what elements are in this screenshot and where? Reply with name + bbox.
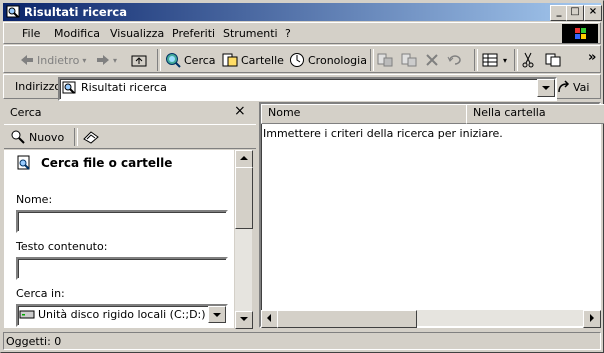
up-folder-icon xyxy=(131,55,147,67)
look-in-dropdown-button[interactable] xyxy=(208,306,226,323)
scroll-down-button[interactable] xyxy=(235,311,253,329)
back-button[interactable]: Indietro ▾ xyxy=(20,49,86,71)
content-input[interactable] xyxy=(16,257,228,280)
look-in-value: Unità disco rigido locali (C:;D:) xyxy=(38,308,206,321)
look-in-select[interactable]: Unità disco rigido locali (C:;D:) xyxy=(16,304,228,327)
forward-button[interactable]: ▾ xyxy=(96,49,117,71)
maximize-button[interactable]: □ xyxy=(566,5,584,21)
scroll-right-button[interactable] xyxy=(583,310,601,328)
toolbar-separator xyxy=(474,49,478,71)
scroll-thumb[interactable] xyxy=(235,167,253,229)
status-text: Oggetti: 0 xyxy=(6,335,62,348)
results-pane: Nome Nella cartella Immettere i criteri … xyxy=(259,102,604,328)
back-arrow-icon xyxy=(21,55,33,65)
column-header-name[interactable]: Nome xyxy=(261,104,474,124)
history-label: Cronologia xyxy=(308,53,367,67)
forward-arrow-icon xyxy=(97,55,109,65)
menu-visualizza[interactable]: Visualizza xyxy=(110,27,164,40)
content-label: Testo contenuto: xyxy=(16,240,108,253)
history-clock-icon xyxy=(290,53,304,67)
search-pane-title: Cerca xyxy=(10,106,42,119)
look-in-label: Cerca in: xyxy=(16,287,65,300)
copy-button[interactable] xyxy=(545,49,561,71)
scroll-up-button[interactable] xyxy=(235,150,253,168)
menu-help[interactable]: ? xyxy=(285,27,291,40)
move-to-button[interactable] xyxy=(377,49,393,71)
new-search-icon xyxy=(11,130,25,144)
standard-toolbar: Indietro ▾ ▾ Cerca Cartelle Cronologia ▾ xyxy=(3,45,601,73)
help-book-button[interactable] xyxy=(82,126,100,148)
toolbar-separator xyxy=(514,49,518,71)
windows-logo xyxy=(562,24,598,43)
column-header-folder[interactable]: Nella cartella xyxy=(466,104,604,124)
help-book-icon xyxy=(83,131,99,144)
delete-x-icon xyxy=(426,54,438,66)
search-pane-scrollbar[interactable] xyxy=(235,150,253,329)
undo-icon xyxy=(447,55,461,65)
find-files-icon xyxy=(17,155,30,170)
views-button[interactable]: ▾ xyxy=(482,49,507,71)
search-form: Cerca file o cartelle Nome: Testo conten… xyxy=(4,150,234,328)
forward-dropdown-icon[interactable]: ▾ xyxy=(113,56,117,65)
copy-to-icon xyxy=(401,53,417,67)
hard-drive-icon xyxy=(19,310,35,319)
copy-icon xyxy=(545,53,561,67)
cut-button[interactable] xyxy=(521,49,535,71)
views-dropdown-icon[interactable]: ▾ xyxy=(503,56,507,65)
new-search-button[interactable]: Nuovo xyxy=(10,126,64,148)
delete-button[interactable] xyxy=(425,49,439,71)
title-bar[interactable]: Risultati ricerca _ □ × xyxy=(3,3,602,21)
results-hscrollbar[interactable] xyxy=(261,310,601,328)
name-label: Nome: xyxy=(16,193,53,206)
undo-button[interactable] xyxy=(447,49,463,71)
go-label: Vai xyxy=(573,80,590,94)
search-label: Cerca xyxy=(184,53,216,67)
search-folder-icon xyxy=(6,4,21,19)
search-pane-header: Cerca × xyxy=(4,102,256,122)
move-to-icon xyxy=(377,53,393,67)
search-button[interactable]: Cerca xyxy=(165,49,216,71)
menu-modifica[interactable]: Modifica xyxy=(54,27,100,40)
search-globe-icon xyxy=(166,53,181,68)
back-dropdown-icon[interactable]: ▾ xyxy=(82,56,86,65)
menu-file[interactable]: File xyxy=(22,27,40,40)
search-pane-close-button[interactable]: × xyxy=(234,103,246,119)
search-pane-toolbar: Nuovo xyxy=(4,124,256,149)
toolbar-separator xyxy=(370,49,374,71)
folders-icon xyxy=(222,53,238,67)
views-grid-icon xyxy=(482,53,498,67)
address-bar: Indirizzo Risultati ricerca Vai xyxy=(3,74,601,101)
menu-preferiti[interactable]: Preferiti xyxy=(172,27,215,40)
menu-bar: File Modifica Visualizza Preferiti Strum… xyxy=(3,22,601,44)
results-message: Immettere i criteri della ricerca per in… xyxy=(263,127,503,140)
pane-toolbar-separator xyxy=(74,128,78,146)
new-search-label: Nuovo xyxy=(29,130,65,144)
search-results-icon xyxy=(62,81,76,94)
menu-strumenti[interactable]: Strumenti xyxy=(223,27,278,40)
folders-label: Cartelle xyxy=(241,53,284,67)
address-label: Indirizzo xyxy=(15,80,62,93)
status-bar: Oggetti: 0 xyxy=(3,332,601,350)
toolbar-more-chevron[interactable]: » xyxy=(588,50,596,65)
window-title: Risultati ricerca xyxy=(24,5,127,19)
scissors-icon xyxy=(522,52,534,68)
address-dropdown-button[interactable] xyxy=(537,79,555,97)
go-button[interactable]: Vai xyxy=(557,76,599,98)
toolbar-separator xyxy=(157,49,161,71)
back-label: Indietro xyxy=(37,53,80,67)
name-input[interactable] xyxy=(16,210,228,233)
search-heading: Cerca file o cartelle xyxy=(41,156,173,170)
up-folder-button[interactable] xyxy=(131,49,147,71)
copy-to-button[interactable] xyxy=(401,49,417,71)
go-arrow-icon xyxy=(558,80,570,93)
address-input[interactable]: Risultati ricerca xyxy=(58,77,557,101)
hscroll-thumb[interactable] xyxy=(277,310,417,328)
close-button[interactable]: × xyxy=(584,5,602,21)
address-value: Risultati ricerca xyxy=(81,81,167,94)
history-button[interactable]: Cronologia xyxy=(289,49,367,71)
folders-button[interactable]: Cartelle xyxy=(222,49,284,71)
